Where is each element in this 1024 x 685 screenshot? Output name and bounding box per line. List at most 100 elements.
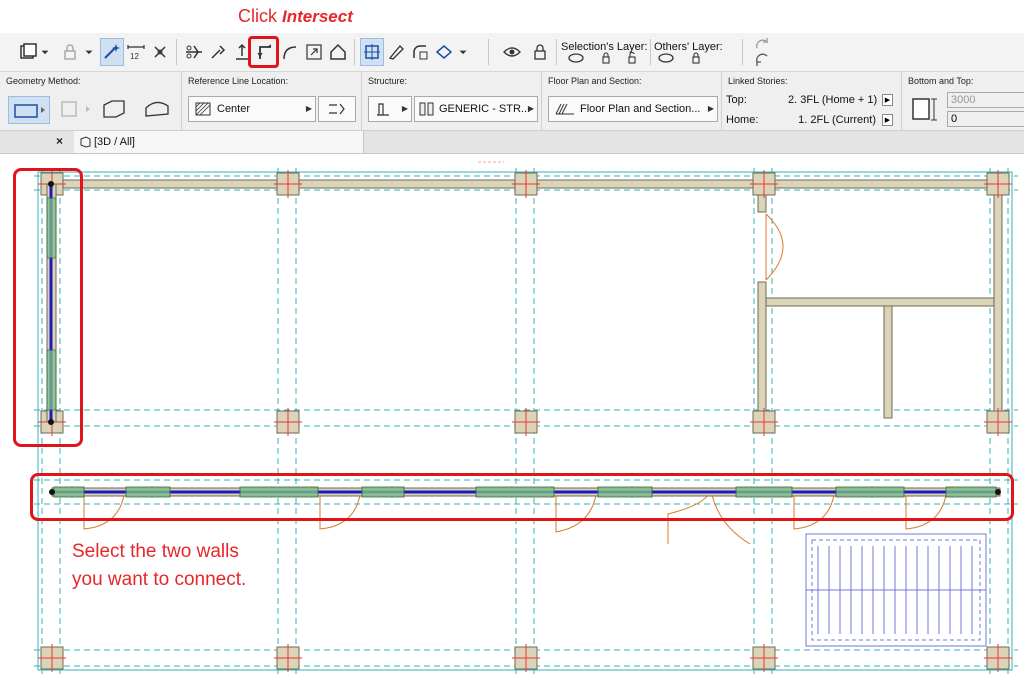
dropdown-icon[interactable] [456,33,470,71]
intersect-highlight [248,36,279,68]
column [750,644,778,672]
walls [51,179,1003,421]
stair [805,533,987,647]
column [984,644,1012,672]
bottom-offset-input[interactable]: 0 [947,111,1024,127]
structure-section: Structure: ▶ GENERIC - STR... ▶ [362,72,542,130]
pet-palette-icon[interactable] [16,33,40,71]
structure-type-select[interactable]: ▶ [368,96,412,122]
composite-icon [419,102,434,116]
arrow-right-icon: ▶ [527,104,534,113]
eye-icon[interactable] [564,47,588,69]
view-tab-bar: × [3D / All] [0,131,1024,154]
floor-plan-value: Floor Plan and Section... [580,103,701,115]
column [750,408,778,436]
callout-select-walls: Select the two walls you want to connect… [72,538,247,594]
home-story-arrow-icon[interactable]: ▶ [882,114,893,126]
magic-wand-icon[interactable] [100,38,124,66]
lock-icon[interactable] [58,33,82,71]
column [750,170,778,198]
floor-plan-section: Floor Plan and Section: Floor Plan and S… [542,72,722,130]
grid-snap-icon[interactable] [360,38,384,66]
tab-3d-label: [3D / All] [94,136,135,148]
info-box: Geometry Method: Reference Line Location… [0,72,1024,131]
composite-select[interactable]: GENERIC - STR... ▶ [414,96,538,122]
highlight-bottom-wall [30,473,1014,521]
arrow-right-icon: ▶ [305,104,312,113]
linked-stories-title: Linked Stories: [728,76,788,86]
geometry-chained-button[interactable] [56,96,96,124]
dimension-icon[interactable]: 12 [124,33,148,71]
callout-click-intersect: Click Intersect [238,6,353,27]
column [984,170,1012,198]
column [984,408,1012,436]
reference-line-title: Reference Line Location: [188,76,289,86]
linked-stories-section: Linked Stories: Top: 2. 3FL (Home + 1) ▶… [722,72,902,130]
split-icon[interactable] [182,33,206,71]
top-story-arrow-icon[interactable]: ▶ [882,94,893,106]
floor-plan-canvas[interactable] [0,154,1024,685]
unlock-icon[interactable] [620,47,644,69]
top-height-input[interactable]: 3000 [947,92,1024,108]
basic-structure-icon [377,103,389,116]
column [274,644,302,672]
fillet-icon[interactable] [408,33,432,71]
edit-icon[interactable] [384,33,408,71]
geometry-curved-button[interactable] [142,96,172,124]
column [512,644,540,672]
flip-reference-button[interactable] [318,96,356,122]
arrow-right-icon: ▶ [707,104,714,113]
close-tab-icon[interactable]: × [56,134,63,148]
wall-height-icon [912,98,937,121]
flip-icon [329,103,345,115]
lock-icon[interactable] [684,47,708,69]
top-story-label: Top: [726,94,747,106]
tab-3d-all[interactable]: [3D / All] [74,131,364,153]
floor-plan-title: Floor Plan and Section: [548,76,642,86]
column [274,408,302,436]
home-story-value[interactable]: 1. 2FL (Current) [788,114,876,126]
svg-text:12: 12 [130,52,139,61]
curve-icon[interactable] [278,33,302,71]
callout-line-1: Select the two walls [72,541,239,562]
geometry-method-title: Geometry Method: [6,76,81,86]
geometry-method-section: Geometry Method: [0,72,182,130]
edit-toolbar: 12 Selection's Layer: Others' Layer: [0,33,1024,72]
callout-line-2: you want to connect. [72,569,247,590]
structure-title: Structure: [368,76,408,86]
callout-emphasis: Intersect [282,7,353,26]
lock-icon[interactable] [594,47,618,69]
3d-window-icon [80,136,91,148]
bottom-top-section: Bottom and Top: 3000 0 [902,72,1024,130]
eye-icon[interactable] [654,47,678,69]
resize-icon[interactable] [302,33,326,71]
callout-prefix: Click [238,6,277,26]
floor-plan-select[interactable]: Floor Plan and Section... ▶ [548,96,718,122]
column [38,644,66,672]
dropdown-icon[interactable] [82,33,96,71]
undo-icon[interactable] [750,51,774,69]
column [512,170,540,198]
adjust-icon[interactable] [206,33,230,71]
dropdown-icon[interactable] [38,33,52,71]
column [512,408,540,436]
highlight-left-wall [13,168,83,447]
reference-line-section: Reference Line Location: Center ▶ [182,72,362,130]
cross-icon[interactable] [148,33,172,71]
geometry-rectangle-button[interactable] [100,96,130,124]
elevate-icon[interactable] [432,33,456,71]
roof-icon[interactable] [326,33,350,71]
column [274,170,302,198]
lock-layer-icon[interactable] [528,33,552,71]
floor-plan-icon [555,103,574,115]
geometry-straight-button[interactable] [8,96,50,124]
structure-value: GENERIC - STR... [439,103,531,115]
reference-line-value: Center [217,103,251,115]
bottom-top-title: Bottom and Top: [908,76,974,86]
reference-line-select[interactable]: Center ▶ [188,96,316,122]
floor-plan-drawing[interactable] [0,154,1024,685]
arrow-right-icon: ▶ [401,104,408,113]
eye-icon[interactable] [500,33,524,71]
top-story-value[interactable]: 2. 3FL (Home + 1) [788,94,877,106]
home-story-label: Home: [726,114,759,126]
